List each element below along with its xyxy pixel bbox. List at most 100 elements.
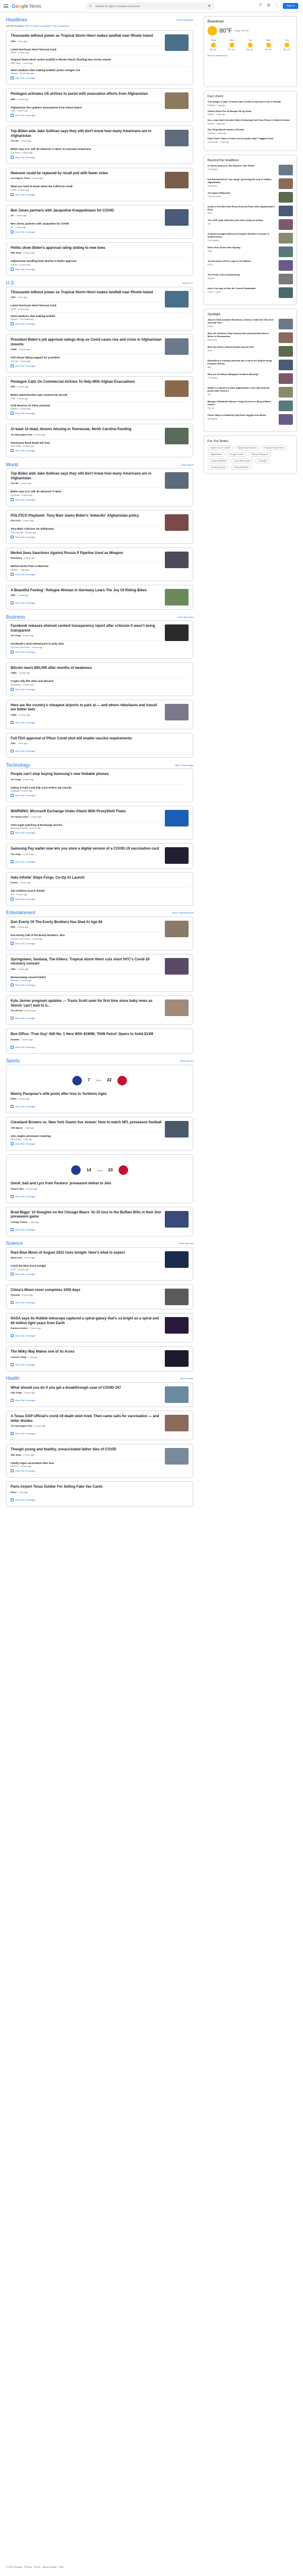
story-thumbnail[interactable]: [165, 1386, 189, 1403]
search-icon[interactable]: ⌕: [88, 4, 93, 9]
more-link-headlines[interactable]: More Headlines: [177, 18, 193, 21]
story-thumbnail[interactable]: [165, 1210, 189, 1228]
story-thumbnail[interactable]: [165, 1448, 189, 1465]
topic-chip[interactable]: Tropical Storm Henri: [261, 445, 287, 450]
story-thumbnail[interactable]: [165, 1121, 189, 1138]
source-name[interactable]: Universe Today: [11, 1356, 27, 1359]
related-headline[interactable]: Henri weakens after making landfall: [11, 315, 189, 318]
story[interactable]: WARNING: Microsoft Exchange Under Attack…: [11, 810, 189, 826]
related-headline[interactable]: What you need to know about the Californ…: [11, 185, 189, 188]
story[interactable]: People can't stop buying Samsung's new f…: [11, 773, 189, 781]
story[interactable]: Halo Infinite' Steps Forge, Co-Op At Lau…: [11, 876, 189, 885]
story-headline[interactable]: Thousands without power as Tropical Stor…: [11, 291, 162, 296]
story[interactable]: POLITICO Playbook: Tony Blair slams Bide…: [11, 514, 189, 531]
beyond-thumbnail[interactable]: [279, 205, 293, 216]
source-name[interactable]: NPR: [11, 386, 15, 388]
spotlight-headline[interactable]: Meet the Heart's World Greater Decent 20…: [208, 346, 276, 353]
topic-chip[interactable]: Sports Score Tracker: [208, 445, 234, 450]
story[interactable]: Smoll, ball and Lyrs from Packers' prese…: [11, 1182, 189, 1190]
story-thumbnail[interactable]: [165, 999, 189, 1016]
related-headline[interactable]: Family urges vaccination after loss: [11, 1462, 189, 1465]
related-story[interactable]: CISA urges patching of Exchange servers B…: [11, 821, 189, 829]
story[interactable]: Facebook releases shelved content transp…: [11, 624, 189, 641]
related-story[interactable]: What you need to know about the Californ…: [11, 182, 189, 191]
story-headline[interactable]: Manny Pacquiao's wife posts after loss t…: [11, 1092, 189, 1097]
related-headline[interactable]: Tennessee flood death toll rises: [11, 441, 189, 445]
story[interactable]: A Beautiful Feeling': Refugee Woman in G…: [11, 588, 189, 605]
beyond-thumbnail[interactable]: [279, 178, 293, 189]
story-headline[interactable]: Rare Blue Moon of August 2021 rises toni…: [11, 1251, 162, 1256]
spotlight-thumbnail[interactable]: [279, 345, 293, 357]
source-name[interactable]: CBS Sports: [11, 1127, 23, 1129]
source-name[interactable]: Chicago Tribune: [11, 1221, 27, 1223]
story-thumbnail[interactable]: [165, 472, 189, 489]
story-headline[interactable]: A Beautiful Feeling': Refugee Woman in G…: [11, 589, 162, 594]
story-headline[interactable]: Paris Airport Texas Soldier For Selling …: [11, 1485, 189, 1490]
covid-link[interactable]: See the latest coverage of the coronavir…: [25, 24, 69, 27]
spotlight-item[interactable]: Meet the Heart's World Greater Decent 20…: [208, 345, 293, 357]
related-story[interactable]: Tennessee flood death toll rises USA Toda…: [11, 438, 189, 447]
story-thumbnail[interactable]: [165, 380, 189, 397]
related-headline[interactable]: Galaxy Z Fold 3 and Flip 3 pre-orders to…: [11, 786, 189, 790]
story-thumbnail[interactable]: [165, 551, 189, 568]
beyond-headline[interactable]: The Perils of Eco Adventuring Outside: [208, 274, 276, 280]
story-thumbnail[interactable]: [165, 34, 189, 51]
more-link-entertainment[interactable]: More Entertainment: [173, 911, 193, 914]
full-coverage-link[interactable]: View Full Coverage: [11, 114, 36, 117]
story[interactable]: Thousands without power as Tropical Stor…: [11, 290, 189, 307]
related-story[interactable]: Catch the blue moon tonight CNET · 8 hour…: [11, 1262, 189, 1271]
section-title-health[interactable]: Health: [6, 1376, 20, 1381]
source-name[interactable]: The Washington Post: [11, 434, 33, 436]
full-coverage-link[interactable]: View Full Coverage: [11, 498, 36, 501]
story-headline[interactable]: What should you do if you get a breakthr…: [11, 1386, 162, 1391]
related-headline[interactable]: Latest Hurricane Henri forecast track: [11, 304, 189, 307]
spotlight-headline[interactable]: Mangoes Elizabeth Holmes' rising Guerrer…: [208, 401, 276, 409]
section-title-entertainment[interactable]: Entertainment: [6, 910, 36, 915]
story-headline[interactable]: Samsung Pay wallet now lets you store a …: [11, 847, 162, 852]
full-coverage-link[interactable]: View Full Coverage: [11, 1142, 36, 1145]
spotlight-item[interactable]: Clever Ways to Stealthily Slip Extra Veg…: [208, 414, 293, 425]
full-coverage-link[interactable]: View Full Coverage: [11, 267, 36, 271]
topic-chip[interactable]: Michael Rapaport: [248, 451, 272, 457]
topic-chip[interactable]: Oregon Wildfires: [208, 458, 229, 463]
factcheck-headline[interactable]: Gov Greg Abbott claims in Florida PolitiF…: [208, 129, 293, 135]
topic-chip[interactable]: Everly Brothers: [231, 464, 251, 470]
related-headline[interactable]: Afghanistan live updates: Evacuations fr…: [11, 106, 189, 110]
related-headline[interactable]: Latest Hurricane Henri forecast track: [11, 48, 189, 52]
source-name[interactable]: NBC News: [11, 252, 21, 254]
story-headline[interactable]: Pelitis show Biden's approval rating sli…: [11, 246, 189, 251]
beyond-item[interactable]: Tennis Shoes Off his cups to The Mother E…: [208, 259, 293, 271]
story-headline[interactable]: Though young and healthy, unvaccinated f…: [11, 1448, 162, 1453]
beyond-thumbnail[interactable]: [279, 219, 293, 230]
story-headline[interactable]: Thousands without power as Tropical Stor…: [11, 34, 162, 39]
story-thumbnail[interactable]: [165, 171, 189, 188]
related-headline[interactable]: Tony Blair criticises US withdrawal: [11, 527, 189, 531]
beyond-thumbnail[interactable]: [279, 287, 293, 298]
story-thumbnail[interactable]: [165, 209, 189, 226]
beyond-thumbnail[interactable]: [279, 191, 293, 203]
beyond-headline[interactable]: Inside a Fort Bite New Pizza Gourmet Pla…: [208, 206, 276, 214]
story-headline[interactable]: A Texas GOP official's covid-19 death wi…: [11, 1415, 162, 1424]
story-thumbnail[interactable]: [165, 1288, 189, 1305]
topic-chip[interactable]: Google Search: [226, 451, 247, 457]
story-thumbnail[interactable]: [165, 588, 189, 605]
full-coverage-link[interactable]: View Full Coverage: [11, 412, 36, 415]
related-story[interactable]: Afghanistan live updates: Evacuations fr…: [11, 103, 189, 112]
related-headline[interactable]: Merkel meets Putin in Moscow: [11, 565, 189, 568]
full-coverage-link[interactable]: View Full Coverage: [11, 897, 36, 901]
full-coverage-link[interactable]: View Full Coverage: [11, 794, 36, 797]
spotlight-item[interactable]: Jason's Best Costume Business Lessons 'C…: [208, 318, 293, 329]
story-thumbnail[interactable]: [165, 428, 189, 444]
source-name[interactable]: The Hacker News: [11, 816, 28, 818]
section-title-sports[interactable]: Sports: [6, 1058, 20, 1063]
story-thumbnail[interactable]: [165, 1317, 189, 1334]
source-name[interactable]: NPR: [11, 926, 15, 928]
story[interactable]: Springsteen, Santana, The Killers: Tropi…: [11, 957, 189, 975]
related-headline[interactable]: Don Everly, half of the Everly Brothers,…: [11, 934, 189, 937]
topic-chip[interactable]: Boardman Weather: [235, 445, 260, 450]
related-story[interactable]: Latest Hurricane Henri forecast track WPR…: [11, 45, 189, 54]
story[interactable]: Pelitis show Biden's approval rating sli…: [11, 246, 189, 255]
section-title-technology[interactable]: Technology: [6, 762, 30, 768]
story-thumbnail[interactable]: [165, 703, 189, 720]
full-coverage-link[interactable]: View Full Coverage: [11, 193, 36, 196]
